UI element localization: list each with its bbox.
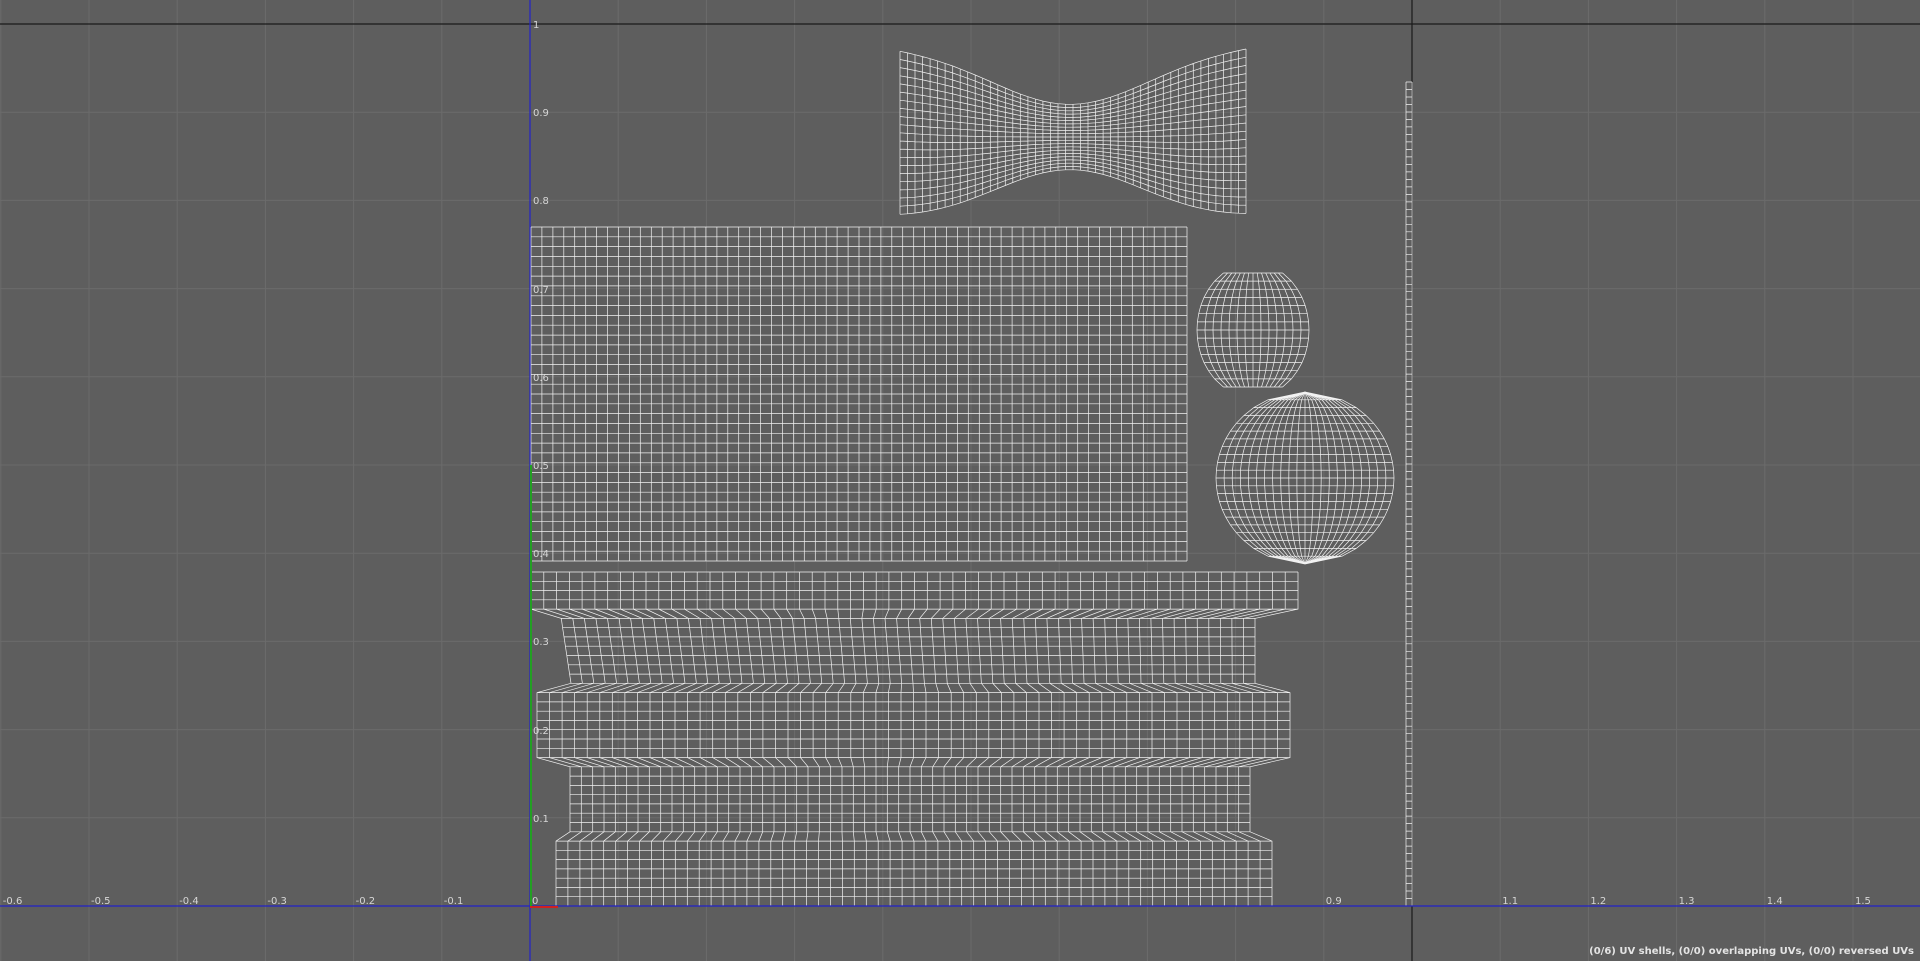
small-sphere-shell[interactable] (1196, 272, 1310, 388)
wireframe-edges (1215, 391, 1395, 565)
u-axis-label: 1.3 (1678, 896, 1695, 907)
curved-bone-shell[interactable] (899, 48, 1247, 215)
u-axis-label: 0 (532, 896, 539, 907)
wireframe-edges (1405, 81, 1413, 907)
u-axis-label: 1.1 (1502, 896, 1519, 907)
v-axis-label: 0.7 (533, 284, 549, 296)
v-axis-label: 0.3 (533, 637, 549, 649)
u-axis-label: 0.9 (1325, 896, 1342, 907)
u-axis-label: 1.2 (1590, 896, 1607, 907)
wireframe-edges (899, 48, 1247, 215)
v-axis-label: 0.1 (533, 813, 549, 825)
v-axis-label: 0.9 (533, 108, 549, 120)
wireframe-edges (530, 226, 1188, 562)
v-axis-label: 1 (533, 20, 540, 31)
v-axis-label: 0.4 (533, 549, 549, 561)
u-axis-label: 1.5 (1855, 896, 1871, 907)
u-axis-label: -0.3 (267, 896, 287, 907)
v-axis-label: 0.5 (533, 461, 549, 472)
u-axis-label: 1.4 (1766, 896, 1783, 907)
v-axis-label: 0.6 (533, 372, 549, 384)
uv-status-text: (0/6) UV shells, (0/0) overlapping UVs, … (1589, 946, 1914, 957)
uv-editor-viewport[interactable]: -0.6 -0.5 -0.4 -0.3 -0.2 -0.1 0 0.9 1.1 1.2 1.3 1.4… (0, 0, 1920, 961)
u-axis-label: -0.2 (355, 896, 376, 907)
large-rectangle-shell[interactable] (530, 226, 1188, 562)
wireframe-edges (530, 571, 1299, 907)
thin-strip-shell[interactable] (1405, 81, 1413, 907)
large-sphere-shell[interactable] (1215, 391, 1395, 565)
u-axis-label: -0.1 (443, 896, 464, 907)
u-axis-label: -0.6 (2, 896, 23, 907)
wireframe-edges (1196, 272, 1310, 388)
v-axis-label: 0.8 (533, 196, 549, 208)
cylinder-body-shell[interactable] (530, 571, 1299, 907)
u-axis-label: -0.5 (91, 896, 111, 907)
u-axis-label: -0.4 (179, 896, 199, 907)
uv-canvas[interactable] (0, 0, 1920, 961)
v-axis-label: 0.2 (533, 725, 549, 737)
